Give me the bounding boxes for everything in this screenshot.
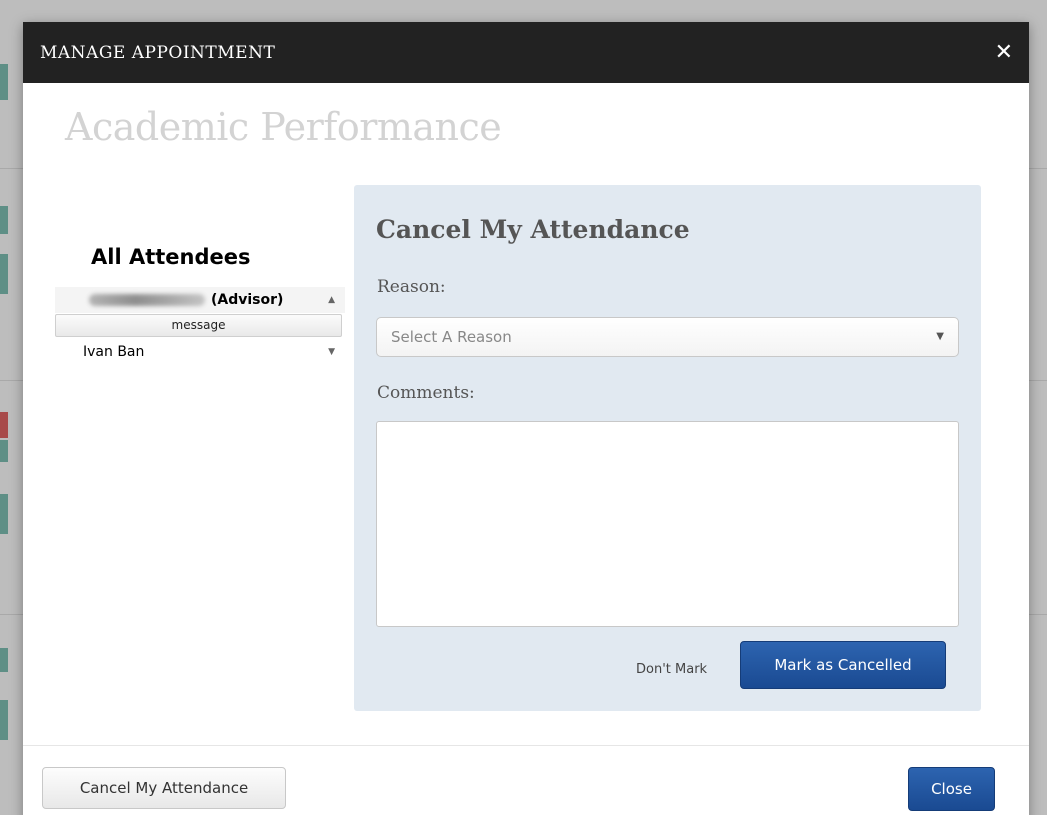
- modal-footer: Cancel My Attendance Close: [23, 745, 1029, 815]
- background-event-strip: [0, 648, 8, 672]
- background-event-strip: [0, 494, 8, 534]
- appointment-heading: Academic Performance: [65, 105, 502, 149]
- cancel-my-attendance-button[interactable]: Cancel My Attendance: [42, 767, 286, 809]
- attendee-row-ivan[interactable]: Ivan Ban ▼: [55, 339, 345, 365]
- close-icon[interactable]: ✕: [995, 41, 1013, 64]
- attendee-name: Ivan Ban: [83, 344, 145, 360]
- attendees-title: All Attendees: [91, 245, 251, 269]
- background-event-strip: [0, 412, 8, 438]
- background-event-strip: [0, 206, 8, 234]
- message-button[interactable]: message: [55, 314, 342, 337]
- attendee-role: (Advisor): [211, 292, 284, 308]
- reason-select-value: Select A Reason: [391, 328, 512, 346]
- modal-body: Academic Performance All Attendees (Advi…: [23, 83, 1029, 745]
- panel-title: Cancel My Attendance: [376, 215, 690, 244]
- background-event-strip: [0, 254, 8, 294]
- manage-appointment-modal: MANAGE APPOINTMENT ✕ Academic Performanc…: [23, 22, 1029, 815]
- reason-select[interactable]: Select A Reason ▼: [376, 317, 959, 357]
- background-event-strip: [0, 700, 8, 740]
- reason-label: Reason:: [377, 277, 446, 297]
- modal-title: MANAGE APPOINTMENT: [40, 42, 276, 63]
- chevron-down-icon[interactable]: ▼: [328, 347, 335, 357]
- comments-label: Comments:: [377, 383, 475, 403]
- dont-mark-link[interactable]: Don't Mark: [636, 662, 707, 677]
- chevron-up-icon[interactable]: ▲: [328, 295, 335, 305]
- close-button[interactable]: Close: [908, 767, 995, 811]
- chevron-down-icon: ▼: [936, 331, 944, 342]
- cancel-attendance-panel: Cancel My Attendance Reason: Select A Re…: [354, 185, 981, 711]
- comments-textarea[interactable]: [376, 421, 959, 627]
- attendees-list: All Attendees (Advisor) ▲ message Ivan B…: [55, 245, 345, 365]
- modal-header: MANAGE APPOINTMENT ✕: [23, 22, 1029, 83]
- background-event-strip: [0, 64, 8, 100]
- mark-as-cancelled-button[interactable]: Mark as Cancelled: [740, 641, 946, 689]
- attendee-name-blurred: [89, 294, 205, 306]
- background-event-strip: [0, 440, 8, 462]
- attendee-row-advisor[interactable]: (Advisor) ▲: [55, 287, 345, 313]
